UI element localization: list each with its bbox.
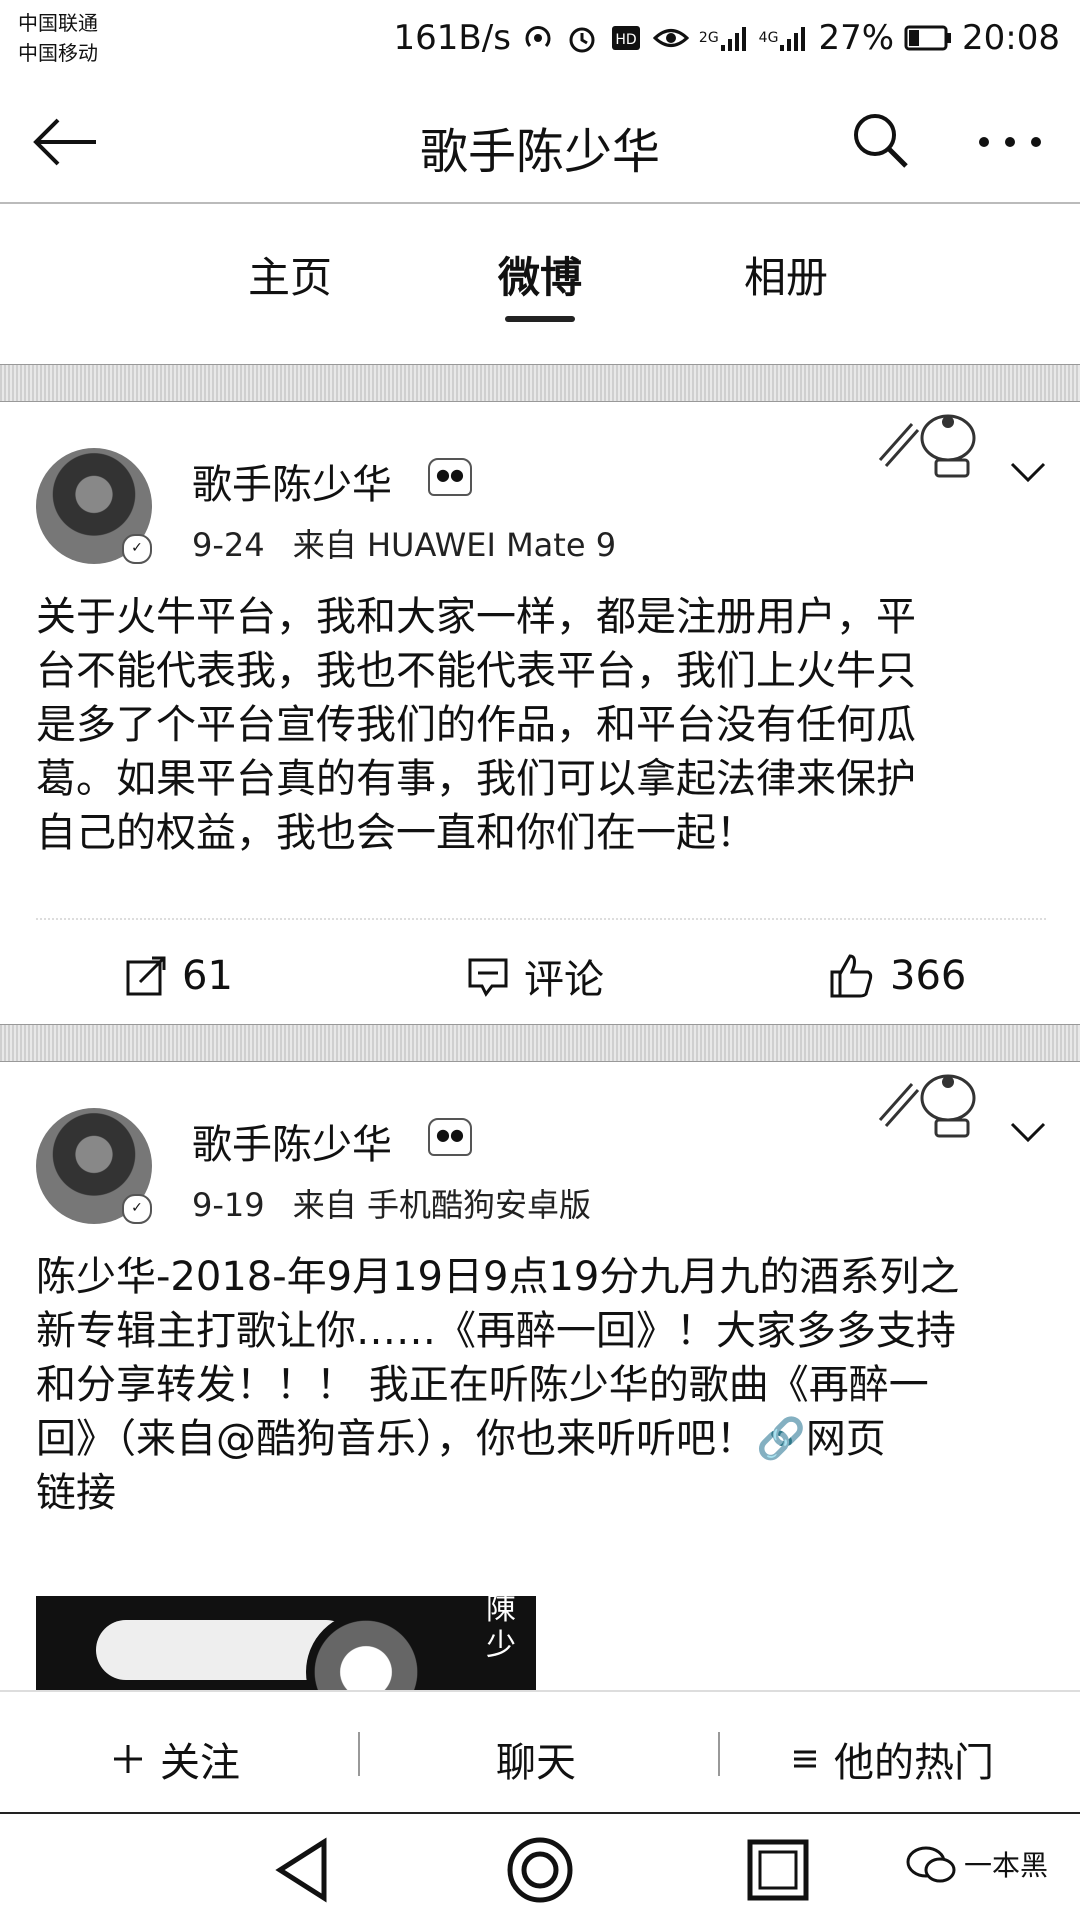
post-text-line: 和分享转发！！！ 我正在听陈少华的歌曲《再醉一	[36, 1362, 929, 1408]
alarm-icon	[565, 21, 599, 55]
network-speed: 161B/s	[393, 18, 511, 58]
status-icons: 161B/s HD 2G 4G 27% 20:08	[394, 14, 1060, 62]
avatar[interactable]: ✓	[36, 1108, 152, 1224]
post-source: 来自 HUAWEI Mate 9	[292, 526, 617, 564]
post-source: 来自 手机酷狗安卓版	[292, 1186, 591, 1224]
post-text: 陈少华-2018-年9月19日9点19分九月九的酒系列之 新专辑主打歌让你……《…	[36, 1250, 1046, 1520]
watermark-text: 一本黑	[964, 1849, 1049, 1882]
plus-icon	[114, 1745, 142, 1773]
signal-4g-icon: 4G	[759, 23, 809, 53]
more-button[interactable]	[970, 108, 1050, 172]
more-icon	[979, 137, 1041, 147]
menu-icon	[794, 1750, 816, 1768]
post-image-text: 陳少	[486, 1592, 516, 1663]
follow-label: 关注	[160, 1740, 240, 1786]
post-text-line: 是多了个平台宣传我们的作品，和平台没有任何瓜	[36, 702, 916, 748]
clock: 20:08	[962, 18, 1060, 58]
chevron-down-icon	[1010, 1122, 1046, 1143]
hotpot-sticker-icon	[876, 1060, 986, 1150]
page-title: 歌手陈少华	[419, 124, 660, 180]
sig1-label: 2G	[698, 30, 719, 46]
post-text-line: 台不能代表我，我也不能代表平台，我们上火牛只	[36, 648, 916, 694]
post-text-line: 新专辑主打歌让你……《再醉一回》！大家多多支持	[36, 1308, 956, 1354]
hot-posts-button[interactable]: 他的热门	[790, 1730, 994, 1788]
comment-label: 评论	[524, 957, 604, 1003]
web-link-label: 网页	[805, 1416, 886, 1462]
action-divider	[36, 918, 1046, 920]
web-link[interactable]: 🔗网页	[756, 1416, 886, 1462]
comment-icon	[468, 958, 508, 997]
avatar[interactable]: ✓	[36, 448, 152, 564]
chat-label: 聊天	[496, 1740, 576, 1786]
thumbs-up-icon	[830, 954, 873, 998]
nav-recents-icon	[747, 1839, 809, 1901]
status-bar: 中国联通 中国移动 161B/s HD 2G 4G 27% 20:08	[0, 0, 1080, 78]
post-text-line-with-link: 回》（来自@酷狗音乐），你也来听听吧！🔗网页	[36, 1412, 1046, 1466]
verified-badge: ✓	[122, 1194, 152, 1224]
post-username[interactable]: 歌手陈少华	[192, 1112, 392, 1170]
chevron-down-icon	[1010, 462, 1046, 483]
nav-home-button[interactable]	[502, 1832, 578, 1908]
post-menu-button[interactable]	[1006, 450, 1050, 494]
verified-badge: ✓	[122, 534, 152, 564]
post-text-line: 自己的权益，我也会一直和你们在一起！	[36, 810, 756, 856]
wechat-icon	[906, 1846, 956, 1883]
vip-icon: ●●	[428, 1118, 472, 1156]
eye-icon	[652, 21, 689, 55]
post-image[interactable]: 陳少	[36, 1572, 536, 1692]
nav-recents-button[interactable]	[740, 1832, 816, 1908]
follow-button[interactable]: 关注	[110, 1730, 240, 1788]
repost-button[interactable]: 61	[124, 944, 233, 1008]
watermark: 一本黑	[906, 1844, 1048, 1884]
hot-posts-label: 他的热门	[834, 1740, 994, 1786]
divider	[718, 1732, 720, 1776]
post-date: 9-19 来自 手机酷狗安卓版	[192, 1180, 591, 1226]
title-bar: 歌手陈少华	[0, 78, 1080, 204]
nav-back-button[interactable]	[264, 1832, 340, 1908]
carrier-1: 中国联通	[18, 11, 98, 35]
svg-text:HD: HD	[615, 32, 636, 48]
tab-album[interactable]: 相册	[686, 244, 886, 305]
search-button[interactable]	[848, 108, 912, 172]
profile-tabs: 主页 微博 相册	[0, 204, 1080, 332]
feed-separator	[0, 1024, 1080, 1062]
search-icon	[854, 114, 908, 168]
like-count: 366	[890, 953, 967, 999]
divider	[358, 1732, 360, 1776]
like-button[interactable]: 366	[828, 944, 966, 1008]
post-date-text: 9-24	[192, 526, 265, 564]
post-username[interactable]: 歌手陈少华	[192, 452, 392, 510]
post-date: 9-24 来自 HUAWEI Mate 9	[192, 520, 616, 566]
hotspot-icon	[521, 21, 555, 55]
link-icon: 🔗	[756, 1416, 806, 1462]
nav-back-icon	[275, 1837, 327, 1903]
tab-home[interactable]: 主页	[190, 244, 390, 305]
system-nav-bar: 一本黑	[0, 1812, 1080, 1922]
sig2-label: 4G	[758, 30, 779, 46]
vip-icon: ●●	[428, 458, 472, 496]
post-text: 关于火牛平台，我和大家一样，都是注册用户，平 台不能代表我，我也不能代表平台，我…	[36, 590, 1046, 860]
feed-separator	[0, 364, 1080, 402]
hd-icon: HD	[609, 21, 643, 55]
post-text-line: 关于火牛平台，我和大家一样，都是注册用户，平	[36, 594, 916, 640]
profile-action-bar: 关注 聊天 他的热门	[0, 1690, 1080, 1812]
post-menu-button[interactable]	[1006, 1110, 1050, 1154]
comment-button[interactable]: 评论	[466, 944, 604, 1008]
chat-button[interactable]: 聊天	[496, 1730, 576, 1788]
nav-home-icon	[507, 1837, 573, 1903]
post-text-line: 葛。如果平台真的有事，我们可以拿起法律来保护	[36, 756, 916, 802]
post-text-line: 回》（来自@酷狗音乐），你也来听听吧！	[36, 1416, 756, 1462]
battery-icon	[904, 24, 952, 52]
repost-icon	[126, 956, 166, 996]
carrier-2: 中国移动	[18, 41, 98, 65]
repost-count: 61	[182, 953, 233, 999]
post-text-line: 陈少华-2018-年9月19日9点19分九月九的酒系列之	[36, 1254, 960, 1300]
hotpot-sticker-icon	[876, 400, 986, 490]
battery-percent: 27%	[818, 18, 895, 58]
tab-indicator	[505, 316, 575, 322]
signal-2g-icon: 2G	[699, 23, 749, 53]
tab-weibo[interactable]: 微博	[440, 244, 640, 305]
post-text-line: 链接	[36, 1470, 116, 1516]
post-date-text: 9-19	[192, 1186, 265, 1224]
